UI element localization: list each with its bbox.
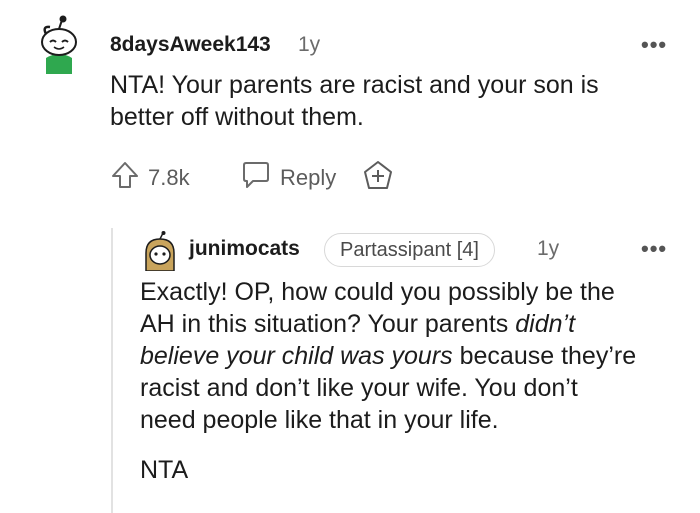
award-plus-icon (364, 161, 392, 189)
reply-label: Reply (280, 165, 337, 190)
comment-age: 1y (298, 33, 321, 56)
vote-count: 7.8k (148, 165, 190, 190)
user-flair-badge: Partassipant [4] (324, 233, 495, 267)
reply-signoff: NTA (140, 456, 189, 484)
reply-body-line: AH in this situation? Your parents didn’… (140, 310, 576, 338)
snoo-avatar-long-hair-icon (145, 231, 175, 272)
emphasis-text: didn’t (515, 310, 576, 338)
comment-body: NTA! Your parents are racist and your so… (110, 69, 670, 133)
comment-body-line: NTA! Your parents are racist and your so… (110, 71, 599, 99)
comment-more-options-icon[interactable]: ••• (641, 34, 667, 56)
reply-body-line: need people like that in your life. (140, 406, 499, 434)
upvote-arrow-icon[interactable] (110, 160, 140, 196)
reply-body: Exactly! OP, how could you possibly be t… (140, 276, 690, 486)
reply-more-options-icon[interactable]: ••• (641, 238, 667, 260)
emphasis-text: believe your child was yours (140, 342, 453, 370)
comment-body-line: better off without them. (110, 103, 364, 131)
comment-actions: 7.8k (110, 160, 190, 196)
reply-body-line: Exactly! OP, how could you possibly be t… (140, 278, 615, 306)
reply-age: 1y (537, 237, 560, 260)
snoo-avatar-green-shirt-icon (41, 15, 77, 74)
award-plus-button[interactable] (362, 160, 394, 195)
reply-body-line: racist and don’t like your wife. You don… (140, 374, 578, 402)
thread-line[interactable] (111, 228, 113, 513)
reply-avatar[interactable] (143, 231, 177, 272)
reply-button[interactable]: Reply (240, 160, 336, 196)
reply-username[interactable]: junimocats (189, 237, 300, 261)
reply-body-line: believe your child was yours because the… (140, 342, 637, 370)
speech-bubble-icon (240, 160, 272, 196)
comment-avatar[interactable] (36, 14, 82, 74)
comment-username[interactable]: 8daysAweek143 (110, 33, 271, 57)
